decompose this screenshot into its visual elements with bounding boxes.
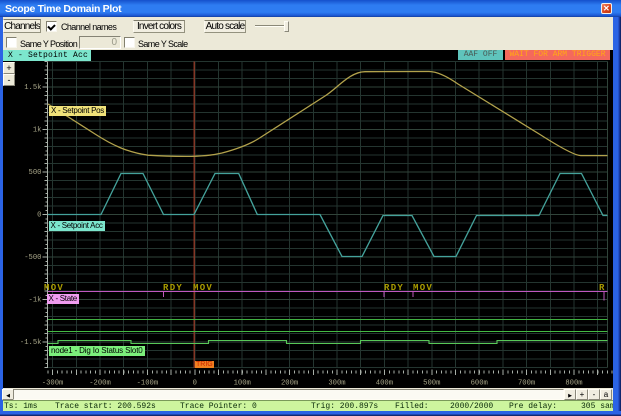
- svg-text:500m: 500m: [423, 380, 440, 388]
- svg-text:-500: -500: [24, 254, 41, 262]
- svg-text:700m: 700m: [518, 380, 535, 388]
- svg-text:1.5k: 1.5k: [24, 84, 41, 92]
- svg-text:1k: 1k: [33, 127, 42, 135]
- svg-text:-100m: -100m: [137, 380, 159, 388]
- svg-text:-300m: -300m: [42, 380, 64, 388]
- svg-text:0: 0: [193, 380, 197, 388]
- svg-text:800m: 800m: [565, 380, 582, 388]
- svg-text:-200m: -200m: [89, 380, 111, 388]
- svg-text:400m: 400m: [376, 380, 393, 388]
- svg-text:200m: 200m: [281, 380, 298, 388]
- svg-text:500: 500: [29, 169, 42, 177]
- svg-text:100m: 100m: [234, 380, 251, 388]
- svg-text:600m: 600m: [471, 380, 488, 388]
- svg-text:-1k: -1k: [29, 297, 42, 305]
- svg-text:300m: 300m: [328, 380, 345, 388]
- svg-text:-1.5k: -1.5k: [20, 339, 42, 347]
- svg-text:0: 0: [37, 212, 41, 220]
